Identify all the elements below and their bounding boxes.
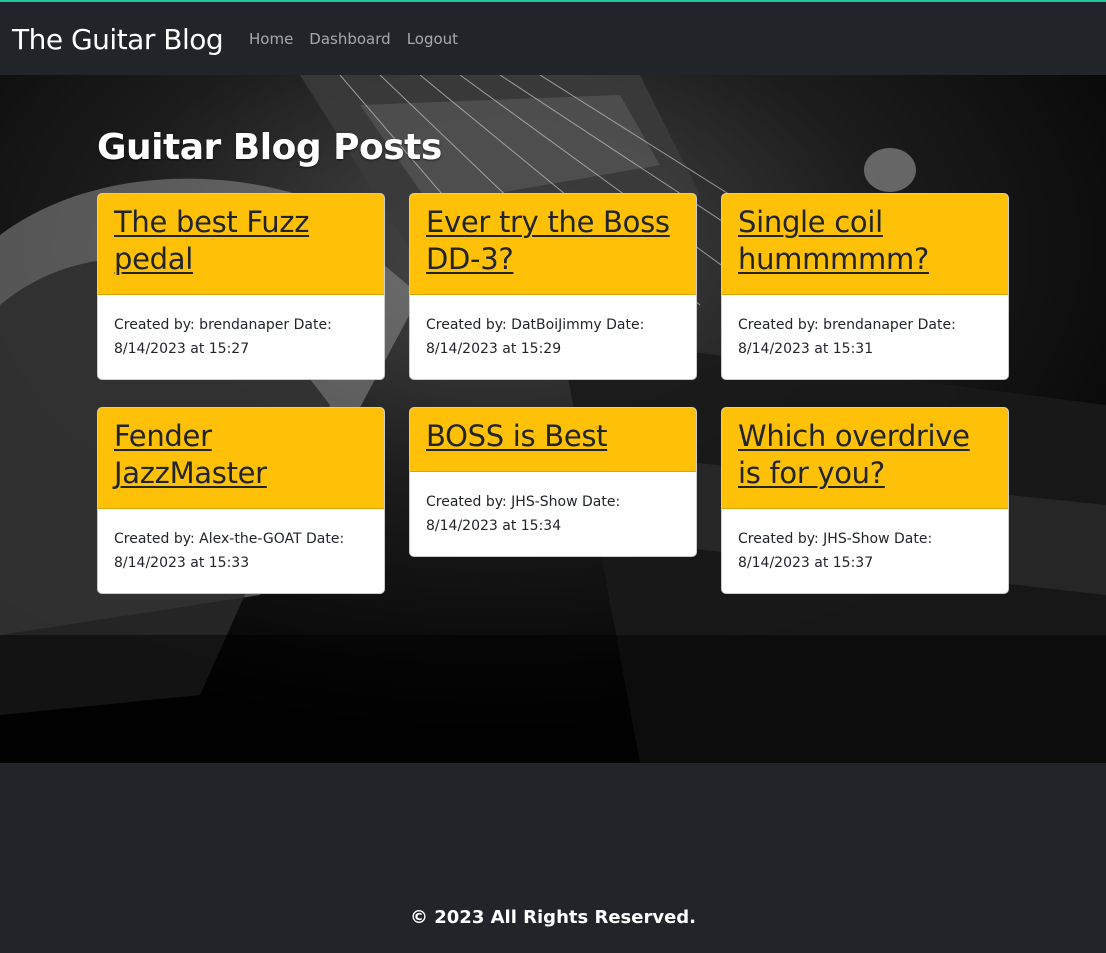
post-card: Single coil hummmmm? Created by: brendan… xyxy=(721,193,1009,380)
copyright-text: © 2023 All Rights Reserved. xyxy=(409,907,696,928)
brand-link[interactable]: The Guitar Blog xyxy=(12,21,224,59)
post-meta: Created by: JHS-Show Date: 8/14/2023 at … xyxy=(738,531,933,571)
post-card-header: Fender JazzMaster xyxy=(98,408,384,509)
post-title-link[interactable]: Which overdrive is for you? xyxy=(738,418,992,492)
post-card-header: The best Fuzz pedal xyxy=(98,194,384,295)
nav-link-home[interactable]: Home xyxy=(249,28,293,50)
post-card-header: Which overdrive is for you? xyxy=(722,408,1008,509)
post-title-link[interactable]: Single coil hummmmm? xyxy=(738,204,992,278)
post-title-link[interactable]: The best Fuzz pedal xyxy=(114,204,368,278)
page-title: Guitar Blog Posts xyxy=(97,127,442,168)
post-card: Ever try the Boss DD-3? Created by: DatB… xyxy=(409,193,697,380)
post-title-link[interactable]: BOSS is Best xyxy=(426,418,680,455)
post-meta: Created by: Alex-the-GOAT Date: 8/14/202… xyxy=(114,531,345,571)
post-card: Which overdrive is for you? Created by: … xyxy=(721,407,1009,594)
post-card-header: Single coil hummmmm? xyxy=(722,194,1008,295)
post-title-link[interactable]: Ever try the Boss DD-3? xyxy=(426,204,680,278)
post-card-header: Ever try the Boss DD-3? xyxy=(410,194,696,295)
navbar: The Guitar Blog Home Dashboard Logout xyxy=(0,2,1106,75)
post-title-link[interactable]: Fender JazzMaster xyxy=(114,418,368,492)
post-card: BOSS is Best Created by: JHS-Show Date: … xyxy=(409,407,697,557)
post-meta: Created by: brendanaper Date: 8/14/2023 … xyxy=(114,317,332,357)
post-card-header: BOSS is Best xyxy=(410,408,696,472)
post-meta: Created by: brendanaper Date: 8/14/2023 … xyxy=(738,317,956,357)
nav-link-dashboard[interactable]: Dashboard xyxy=(309,28,390,50)
post-meta: Created by: JHS-Show Date: 8/14/2023 at … xyxy=(426,494,621,534)
post-meta: Created by: DatBoiJimmy Date: 8/14/2023 … xyxy=(426,317,645,357)
hero-section: Guitar Blog Posts The best Fuzz pedal Cr… xyxy=(0,75,1106,763)
post-card: Fender JazzMaster Created by: Alex-the-G… xyxy=(97,407,385,594)
nav-links: Home Dashboard Logout xyxy=(249,28,458,50)
nav-link-logout[interactable]: Logout xyxy=(407,28,458,50)
post-card: The best Fuzz pedal Created by: brendana… xyxy=(97,193,385,380)
